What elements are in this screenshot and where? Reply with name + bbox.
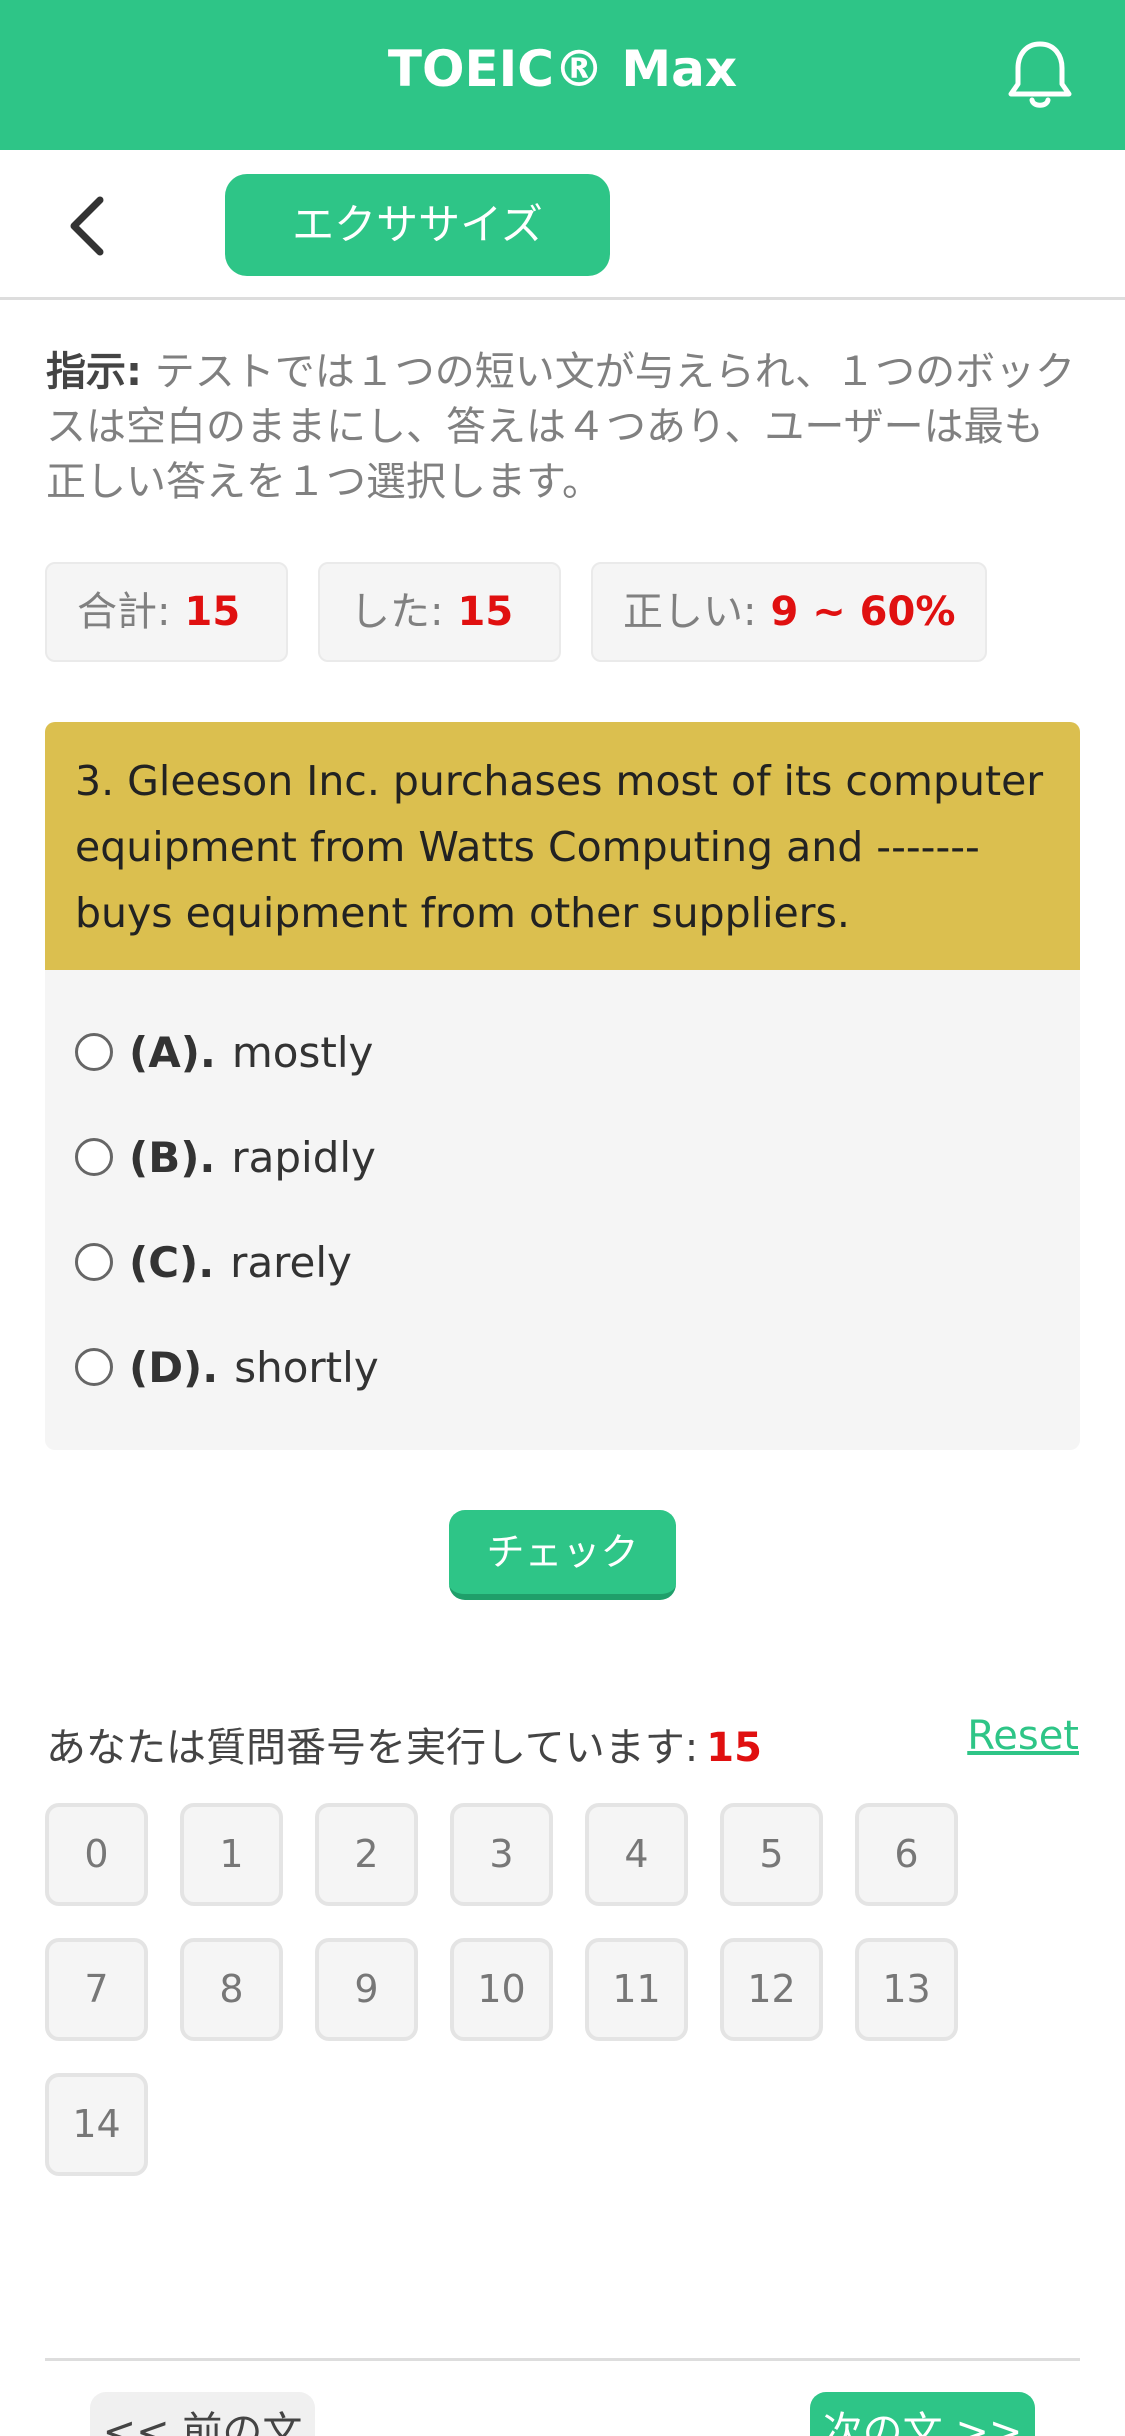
option-letter: (D). bbox=[129, 1342, 219, 1392]
option-text: mostly bbox=[231, 1027, 374, 1077]
question-number-button[interactable]: 14 bbox=[45, 2073, 148, 2176]
stat-done-label: した: bbox=[350, 589, 444, 635]
reset-link[interactable]: Reset bbox=[967, 1713, 1079, 1759]
option-a[interactable]: (A). mostly bbox=[75, 1022, 373, 1082]
stat-correct-label: 正しい: bbox=[623, 589, 757, 635]
question-number-button[interactable]: 3 bbox=[450, 1803, 553, 1906]
stat-total-label: 合計: bbox=[77, 589, 171, 635]
question-number-button[interactable]: 1 bbox=[180, 1803, 283, 1906]
instructions-label: 指示: bbox=[46, 349, 142, 395]
question-number-button[interactable]: 13 bbox=[855, 1938, 958, 2041]
chevron-left-icon[interactable] bbox=[64, 194, 112, 258]
radio-icon[interactable] bbox=[75, 1243, 113, 1281]
option-letter: (B). bbox=[129, 1132, 216, 1182]
option-letter: (A). bbox=[129, 1027, 216, 1077]
stat-correct: 正しい: 9 ~ 60% bbox=[591, 562, 987, 662]
app-bar: TOEIC® Max bbox=[0, 0, 1125, 150]
option-b[interactable]: (B). rapidly bbox=[75, 1127, 376, 1187]
prev-sentence-button[interactable]: << 前の文 bbox=[90, 2392, 315, 2436]
progress-current: 15 bbox=[706, 1725, 762, 1771]
option-text: rarely bbox=[230, 1237, 352, 1287]
tab-exercise[interactable]: エクササイズ bbox=[225, 174, 610, 276]
question-number-button[interactable]: 5 bbox=[720, 1803, 823, 1906]
question-number-button[interactable]: 9 bbox=[315, 1938, 418, 2041]
stat-done-value: 15 bbox=[457, 589, 514, 635]
radio-icon[interactable] bbox=[75, 1033, 113, 1071]
stat-done: した: 15 bbox=[318, 562, 561, 662]
stat-total-value: 15 bbox=[184, 589, 241, 635]
stat-correct-value: 9 ~ 60% bbox=[770, 589, 956, 635]
question-number-button[interactable]: 2 bbox=[315, 1803, 418, 1906]
question-number-button[interactable]: 8 bbox=[180, 1938, 283, 2041]
stat-total: 合計: 15 bbox=[45, 562, 288, 662]
option-c[interactable]: (C). rarely bbox=[75, 1232, 352, 1292]
question-number-button[interactable]: 10 bbox=[450, 1938, 553, 2041]
question-number-button[interactable]: 0 bbox=[45, 1803, 148, 1906]
question-number-button[interactable]: 4 bbox=[585, 1803, 688, 1906]
footer-divider bbox=[45, 2358, 1080, 2361]
sub-nav-bar: エクササイズ bbox=[0, 150, 1125, 300]
question-number-button[interactable]: 11 bbox=[585, 1938, 688, 2041]
question-card: 3. Gleeson Inc. purchases most of its co… bbox=[45, 722, 1080, 1450]
instructions-text: テストでは１つの短い文が与えられ、１つのボックスは空白のままにし、答えは４つあり… bbox=[46, 349, 1076, 505]
option-letter: (C). bbox=[129, 1237, 215, 1287]
question-number-button[interactable]: 6 bbox=[855, 1803, 958, 1906]
question-number-button[interactable]: 7 bbox=[45, 1938, 148, 2041]
radio-icon[interactable] bbox=[75, 1138, 113, 1176]
option-text: shortly bbox=[234, 1342, 379, 1392]
option-d[interactable]: (D). shortly bbox=[75, 1337, 379, 1397]
check-button[interactable]: チェック bbox=[449, 1510, 676, 1600]
option-text: rapidly bbox=[231, 1132, 376, 1182]
app-title: TOEIC® Max bbox=[387, 40, 738, 98]
progress-label: あなたは質問番号を実行しています: 15 bbox=[46, 1715, 762, 1773]
progress-label-text: あなたは質問番号を実行しています: bbox=[46, 1725, 699, 1771]
next-sentence-button[interactable]: 次の文 >> bbox=[810, 2392, 1035, 2436]
radio-icon[interactable] bbox=[75, 1348, 113, 1386]
bell-icon[interactable] bbox=[1005, 38, 1075, 112]
question-text: 3. Gleeson Inc. purchases most of its co… bbox=[45, 722, 1080, 970]
instructions: 指示: テストでは１つの短い文が与えられ、１つのボックスは空白のままにし、答えは… bbox=[46, 345, 1076, 510]
question-number-button[interactable]: 12 bbox=[720, 1938, 823, 2041]
